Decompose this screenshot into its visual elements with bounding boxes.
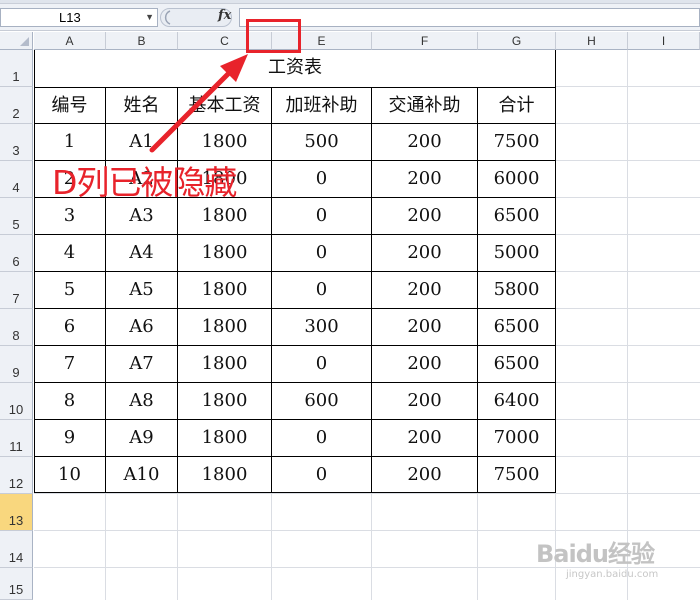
watermark-url: jingyan.baidu.com xyxy=(566,569,659,580)
watermark-logo: Baidu经验 xyxy=(536,540,655,568)
annotation-text: D列已被隐藏 xyxy=(52,163,237,202)
annotation-arrow-icon xyxy=(149,54,248,153)
